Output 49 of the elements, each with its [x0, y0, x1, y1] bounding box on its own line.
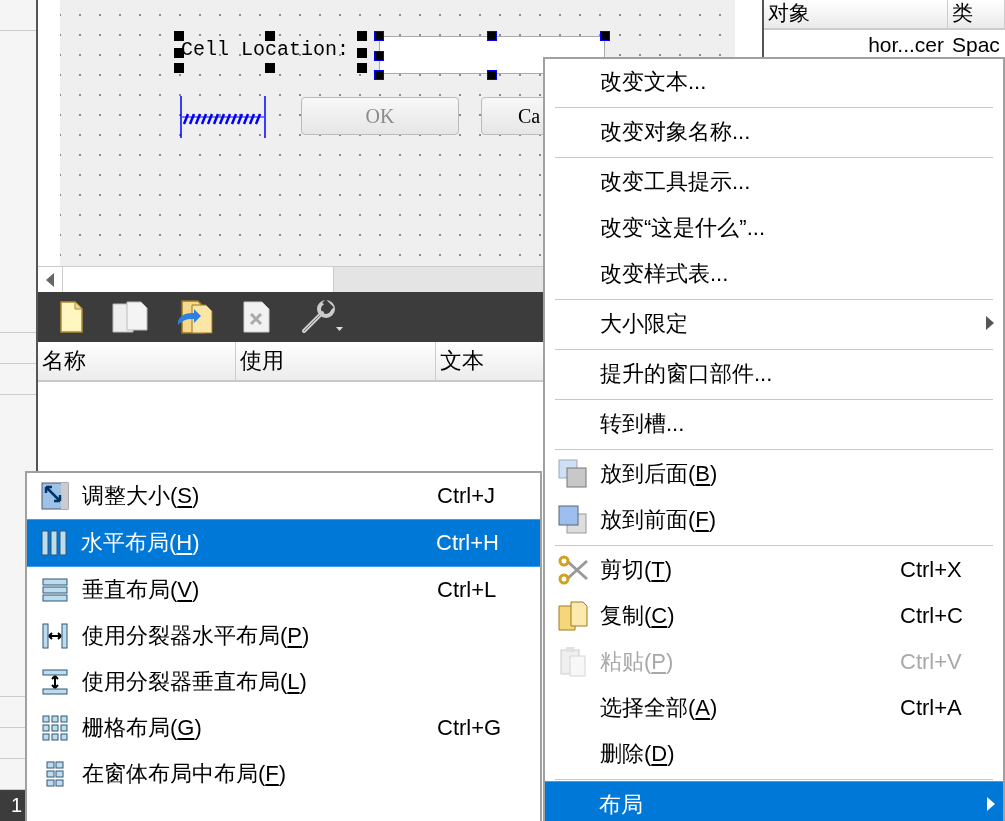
column-header[interactable]: 对象 [764, 0, 948, 28]
menu-item[interactable]: 放到前面(F) [545, 497, 1003, 543]
menu-item[interactable]: 复制(C) Ctrl+C [545, 593, 1003, 639]
menu-item[interactable]: 选择全部(A) Ctrl+A [545, 685, 1003, 731]
selection-handle[interactable] [265, 63, 275, 73]
wrench-icon[interactable] [300, 299, 344, 335]
column-header[interactable]: 使用 [236, 342, 436, 380]
scrollbar-thumb[interactable] [62, 267, 334, 292]
menu-item[interactable]: 栅格布局(G) Ctrl+G [27, 705, 540, 751]
menu-item[interactable]: 大小限定 [545, 301, 1003, 347]
menu-item[interactable]: 改变工具提示... [545, 159, 1003, 205]
column-header[interactable]: 名称 [38, 342, 236, 380]
menu-item[interactable]: 剪切(T) Ctrl+X [545, 547, 1003, 593]
grid-icon [41, 714, 69, 742]
paste-icon [558, 646, 588, 678]
new-file-icon[interactable] [58, 300, 84, 334]
table-cell-text: hor...cer [867, 33, 945, 57]
form-label[interactable]: Cell Location: [181, 38, 350, 61]
vertical-splitter-icon [41, 668, 69, 696]
resize-icon [41, 482, 69, 510]
menu-item[interactable]: 调整大小(S) Ctrl+J [27, 473, 540, 519]
horizontal-splitter-icon [41, 622, 69, 650]
selection-handle[interactable] [600, 31, 610, 41]
file-arrow-icon[interactable] [176, 299, 214, 335]
copy-icon [557, 600, 589, 632]
bring-front-icon [558, 505, 588, 535]
menu-item[interactable]: 布局 [545, 781, 1003, 821]
send-back-icon [558, 459, 588, 489]
menu-item[interactable]: 改变样式表... [545, 251, 1003, 297]
columns-icon [40, 529, 68, 557]
menu-item[interactable]: 提升的窗口部件... [545, 351, 1003, 397]
menu-item[interactable]: 使用分裂器水平布局(P) [27, 613, 540, 659]
menu-item[interactable]: 垂直布局(V) Ctrl+L [27, 567, 540, 613]
spacer-drawing[interactable] [180, 96, 266, 138]
files-icon[interactable] [110, 300, 150, 334]
table-cell-text: Spac [951, 33, 1001, 57]
scroll-left-icon[interactable] [45, 271, 55, 288]
menu-item[interactable]: 使用分裂器垂直布局(L) [27, 659, 540, 705]
selection-handle[interactable] [487, 31, 497, 41]
menu-item[interactable]: 转到槽... [545, 401, 1003, 447]
column-header[interactable]: 类 [948, 0, 1005, 28]
selection-handle[interactable] [265, 31, 275, 41]
menu-item[interactable]: 删除(D) [545, 731, 1003, 777]
menu-item[interactable]: 改变“这是什么”... [545, 205, 1003, 251]
selection-handle[interactable] [487, 70, 497, 80]
scissors-icon [557, 555, 589, 585]
menu-item[interactable]: 水平布局(H) Ctrl+H [27, 519, 540, 567]
menu-item[interactable]: 放到后面(B) [545, 451, 1003, 497]
rows-icon [41, 576, 69, 604]
